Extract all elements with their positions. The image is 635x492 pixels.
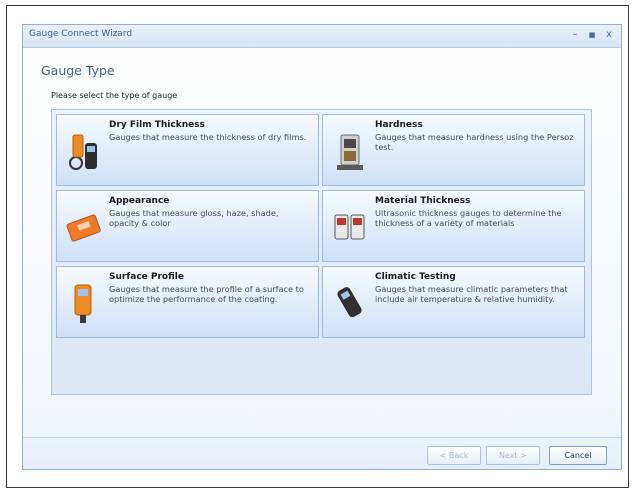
tile-appearance[interactable]: Appearance Gauges that measure gloss, ha… (56, 190, 319, 262)
tile-title: Material Thickness (375, 196, 471, 206)
tile-description: Gauges that measure climatic parameters … (375, 284, 568, 305)
tile-description: Ultrasonic thickness gauges to determine… (375, 208, 562, 229)
wizard-window: Gauge Connect Wizard – ■ x Gauge Type Pl… (22, 24, 622, 470)
tile-description: Gauges that measure gloss, haze, shade, … (109, 208, 279, 229)
window-title: Gauge Connect Wizard (29, 29, 133, 39)
tile-climatic-testing[interactable]: Climatic Testing Gauges that measure cli… (322, 266, 585, 338)
maximize-button[interactable]: ■ (586, 28, 598, 42)
next-button[interactable]: Next > (486, 446, 540, 465)
dry-film-gauge-icon (65, 129, 103, 173)
tile-title: Dry Film Thickness (109, 120, 205, 130)
gauge-type-panel: Dry Film Thickness Gauges that measure t… (51, 109, 592, 395)
minimize-button[interactable]: – (569, 28, 581, 42)
close-button[interactable]: x (603, 28, 615, 42)
tile-description: Gauges that measure the profile of a sur… (109, 284, 304, 305)
tile-description: Gauges that measure the thickness of dry… (109, 132, 307, 142)
tile-title: Surface Profile (109, 272, 184, 282)
glossmeter-icon (65, 205, 103, 249)
tile-description: Gauges that measure hardness using the P… (375, 132, 574, 153)
tile-surface-profile[interactable]: Surface Profile Gauges that measure the … (56, 266, 319, 338)
title-bar[interactable]: Gauge Connect Wizard – ■ x (23, 25, 621, 48)
tile-dry-film-thickness[interactable]: Dry Film Thickness Gauges that measure t… (56, 114, 319, 186)
page-title: Gauge Type (41, 63, 115, 78)
cancel-button[interactable]: Cancel (549, 446, 607, 465)
tile-title: Climatic Testing (375, 272, 456, 282)
tile-title: Appearance (109, 196, 170, 206)
tile-title: Hardness (375, 120, 423, 130)
ultrasonic-gauge-icon (331, 205, 369, 249)
tile-material-thickness[interactable]: Material Thickness Ultrasonic thickness … (322, 190, 585, 262)
tile-hardness[interactable]: Hardness Gauges that measure hardness us… (322, 114, 585, 186)
footer-divider (23, 437, 621, 438)
back-button[interactable]: < Back (427, 446, 481, 465)
climatic-meter-icon (331, 281, 369, 325)
surface-profile-gauge-icon (65, 281, 103, 325)
selection-prompt: Please select the type of gauge (51, 91, 178, 100)
hardness-tester-icon (331, 129, 369, 173)
